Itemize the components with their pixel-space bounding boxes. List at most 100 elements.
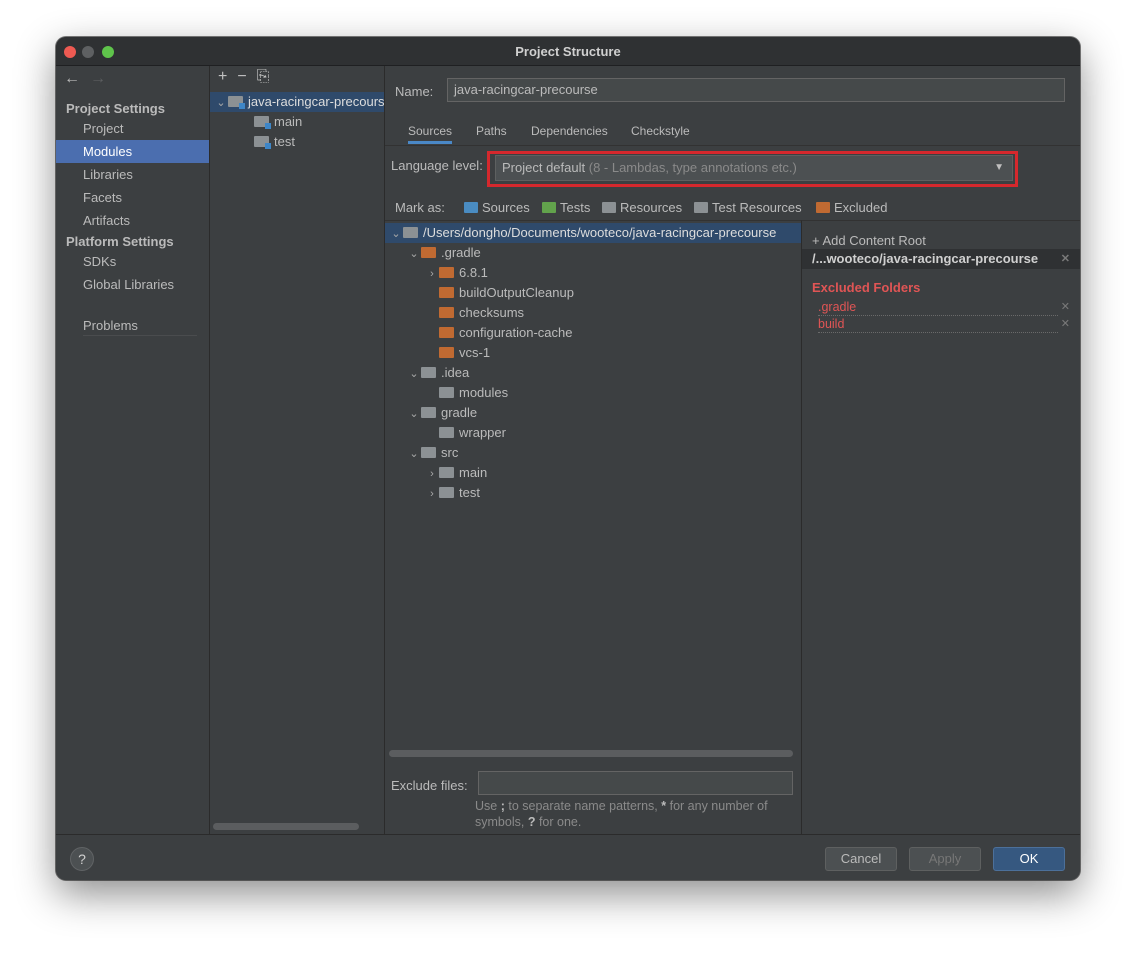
- hint-text: for one.: [538, 815, 582, 829]
- exclude-files-input[interactable]: [478, 771, 793, 795]
- folder-icon: [439, 487, 454, 498]
- mark-test-resources-label: Test Resources: [712, 200, 802, 215]
- tab-dependencies[interactable]: Dependencies: [531, 124, 608, 138]
- add-content-root-label: Add Content Root: [822, 233, 926, 248]
- mark-resources-label: Resources: [620, 200, 683, 215]
- sidebar-item-modules[interactable]: Modules: [56, 140, 209, 163]
- tree-row-root[interactable]: ⌄ /Users/dongho/Documents/wooteco/java-ra…: [385, 223, 801, 243]
- modules-horizontal-scrollbar[interactable]: [213, 823, 359, 830]
- tab-sources[interactable]: Sources: [408, 124, 453, 144]
- excluded-folder-item: .gradle: [818, 300, 1058, 316]
- name-label: Name:: [395, 84, 434, 99]
- remove-icon[interactable]: −: [237, 68, 246, 85]
- module-folder-icon: [254, 116, 271, 129]
- help-button[interactable]: ?: [70, 847, 94, 871]
- settings-sidebar: ← → Project Settings Project Modules Libr…: [56, 66, 210, 834]
- modules-toolbar: + − ⎘: [218, 68, 280, 86]
- apply-button[interactable]: Apply: [909, 847, 981, 871]
- tree-row-src[interactable]: ⌄ src: [407, 443, 458, 463]
- folder-icon: [439, 467, 454, 478]
- folder-icon: [421, 447, 436, 458]
- folder-icon: [421, 407, 436, 418]
- tree-label: main: [459, 465, 488, 480]
- back-arrow-icon[interactable]: ←: [64, 70, 80, 87]
- chevron-down-icon[interactable]: ⌄: [407, 404, 421, 424]
- add-content-root-button[interactable]: + Add Content Root: [812, 233, 926, 248]
- sidebar-item-libraries[interactable]: Libraries: [56, 163, 209, 186]
- hint-text: Use: [475, 799, 498, 813]
- sidebar-item-project[interactable]: Project: [56, 117, 209, 140]
- chevron-down-icon[interactable]: ⌄: [407, 364, 421, 384]
- chevron-right-icon[interactable]: ›: [425, 264, 439, 284]
- module-name-field[interactable]: java-racingcar-precourse: [447, 78, 1065, 102]
- folder-icon: [403, 227, 418, 238]
- tab-paths[interactable]: Paths: [476, 124, 507, 138]
- tree-label: configuration-cache: [459, 325, 573, 340]
- tree-row-vcs-1[interactable]: vcs-1: [439, 343, 490, 363]
- tree-label: 6.8.1: [459, 265, 488, 280]
- tree-row-gradle-cache[interactable]: ⌄ .gradle: [407, 243, 481, 264]
- chevron-down-icon[interactable]: ⌄: [407, 444, 421, 464]
- copy-icon[interactable]: ⎘: [257, 68, 270, 85]
- module-tabs: Sources Paths Dependencies Checkstyle: [385, 118, 1080, 146]
- content-root-path: /...wooteco/java-racingcar-precourse: [812, 251, 1039, 266]
- tree-label: /Users/dongho/Documents/wooteco/java-rac…: [423, 225, 777, 240]
- tree-row-configuration-cache[interactable]: configuration-cache: [439, 323, 572, 343]
- tree-label: src: [441, 445, 459, 460]
- tree-horizontal-scrollbar[interactable]: [389, 750, 793, 757]
- sidebar-item-global-libraries[interactable]: Global Libraries: [56, 273, 209, 296]
- mark-as-label: Mark as:: [395, 200, 445, 215]
- tree-row-gradle[interactable]: ⌄ gradle: [407, 403, 477, 423]
- tree-label: test: [459, 485, 480, 500]
- tree-row-src-main[interactable]: › main: [425, 463, 487, 483]
- module-tree-row-test[interactable]: test: [254, 132, 295, 152]
- close-icon[interactable]: ✕: [1061, 300, 1070, 313]
- nav-arrows: ← →: [64, 70, 116, 88]
- chevron-down-icon[interactable]: ⌄: [389, 224, 403, 244]
- close-icon[interactable]: ✕: [1061, 317, 1070, 330]
- tree-row-modules[interactable]: modules: [439, 383, 508, 403]
- language-level-label: Language level:: [391, 158, 483, 173]
- sidebar-item-problems[interactable]: Problems: [56, 314, 209, 337]
- cancel-button[interactable]: Cancel: [825, 847, 897, 871]
- excluded-folder-label: build: [818, 317, 845, 331]
- chevron-down-icon[interactable]: ⌄: [214, 93, 228, 113]
- window-title: Project Structure: [515, 44, 621, 59]
- tab-checkstyle[interactable]: Checkstyle: [631, 124, 690, 138]
- tree-row-idea[interactable]: ⌄ .idea: [407, 363, 469, 383]
- module-tree-row-root[interactable]: ⌄ java-racingcar-precourse: [210, 92, 392, 113]
- mark-sources-button[interactable]: Sources: [464, 200, 530, 215]
- folder-icon: [439, 427, 454, 438]
- mark-test-resources-button[interactable]: Test Resources: [694, 200, 802, 215]
- project-structure-window: Project Structure ← → Project Settings Pr…: [56, 37, 1080, 880]
- excluded-folder-label: .gradle: [818, 300, 857, 314]
- mark-excluded-button[interactable]: Excluded: [816, 200, 887, 215]
- dropdown-arrow-icon[interactable]: ▼: [994, 156, 1004, 180]
- folder-icon: [439, 387, 454, 398]
- tree-row-6-8-1[interactable]: › 6.8.1: [425, 263, 488, 283]
- mark-resources-button[interactable]: Resources: [602, 200, 682, 215]
- tree-row-wrapper[interactable]: wrapper: [439, 423, 506, 443]
- chevron-down-icon[interactable]: ⌄: [407, 244, 421, 264]
- content-root-header: /...wooteco/java-racingcar-precourse ✕: [802, 249, 1080, 269]
- modules-panel: + − ⎘ ⌄ java-racingcar-precourse main test: [210, 66, 392, 834]
- tree-label: .gradle: [441, 245, 481, 260]
- close-icon[interactable]: ✕: [1061, 249, 1070, 269]
- ok-button[interactable]: OK: [993, 847, 1065, 871]
- mark-tests-button[interactable]: Tests: [542, 200, 590, 215]
- excluded-folder-icon: [439, 327, 454, 338]
- tree-row-buildoutputcleanup[interactable]: buildOutputCleanup: [439, 283, 574, 303]
- module-tree-row-main[interactable]: main: [254, 112, 302, 132]
- dialog-footer: ? Cancel Apply OK: [56, 834, 1080, 880]
- test-resources-folder-icon: [694, 202, 708, 213]
- sidebar-item-facets[interactable]: Facets: [56, 186, 209, 209]
- chevron-right-icon[interactable]: ›: [425, 484, 439, 504]
- tree-label: modules: [459, 385, 509, 400]
- sidebar-item-sdks[interactable]: SDKs: [56, 250, 209, 273]
- tree-row-checksums[interactable]: checksums: [439, 303, 524, 323]
- language-level-select[interactable]: Project default (8 - Lambdas, type annot…: [495, 155, 1013, 181]
- tree-row-src-test[interactable]: › test: [425, 483, 480, 503]
- chevron-right-icon[interactable]: ›: [425, 464, 439, 484]
- add-icon[interactable]: +: [218, 68, 227, 85]
- sidebar-item-artifacts[interactable]: Artifacts: [56, 209, 209, 232]
